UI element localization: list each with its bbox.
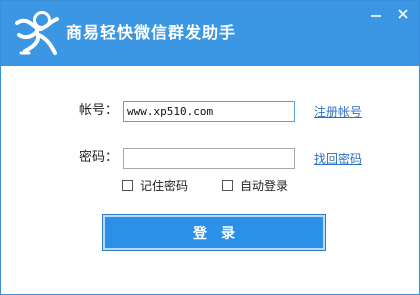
checkbox-box[interactable] — [222, 179, 233, 191]
register-account-link[interactable]: 注册帐号 — [314, 103, 362, 121]
running-figure-icon — [15, 11, 59, 55]
password-label: 密码： — [79, 150, 119, 165]
close-icon — [398, 9, 408, 19]
auto-login-checkbox[interactable]: 自动登录 — [222, 177, 288, 193]
account-label: 帐号： — [79, 103, 119, 118]
minimize-button[interactable] — [365, 5, 387, 23]
app-title: 商易轻快微信群发助手 — [66, 23, 237, 42]
recover-password-link[interactable]: 找回密码 — [314, 150, 362, 168]
close-button[interactable] — [392, 5, 414, 23]
login-window: 商易轻快微信群发助手 帐号： 注册帐号 密码： 找回密码 记住密码 自动登录 登… — [0, 0, 420, 295]
password-input[interactable] — [123, 148, 295, 169]
remember-password-label: 记住密码 — [140, 178, 189, 193]
login-button[interactable]: 登录 — [102, 214, 326, 251]
account-input[interactable] — [123, 101, 295, 122]
title-bar[interactable]: 商易轻快微信群发助手 — [1, 1, 419, 66]
checkbox-box[interactable] — [122, 179, 133, 191]
remember-password-checkbox[interactable]: 记住密码 — [122, 177, 188, 193]
minimize-icon — [371, 15, 381, 17]
auto-login-label: 自动登录 — [240, 178, 289, 193]
